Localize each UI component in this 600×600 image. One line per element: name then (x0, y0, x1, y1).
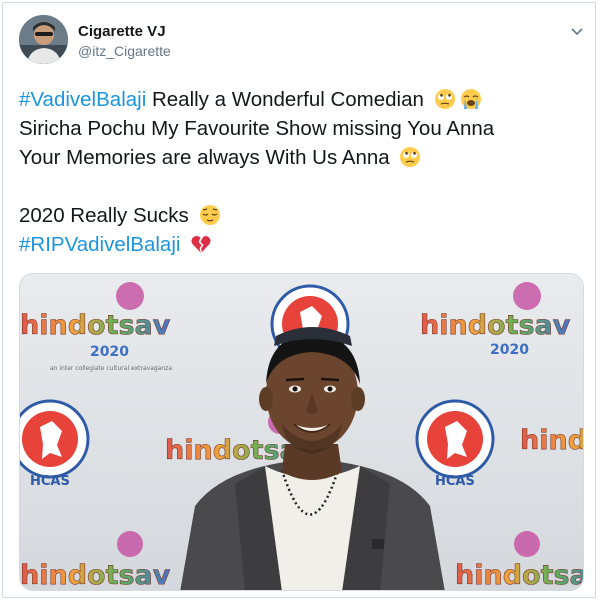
svg-text:an inter collegiate cultural e: an inter collegiate cultural extravaganz… (50, 365, 172, 372)
svg-text:2020: 2020 (490, 342, 529, 358)
tweet-media-photo[interactable]: hindotsav 2020 an inter collegiate cultu… (19, 273, 584, 591)
hashtag-link[interactable]: #RIPVadivelBalaji (19, 233, 180, 256)
tweet-line-1-text: Really a Wonderful Comedian (146, 88, 424, 111)
svg-text:hindotsav: hindotsav (20, 560, 171, 591)
tweet-line-3-text: Your Memories are always With Us Anna (19, 146, 390, 169)
tweet-line-5: #RIPVadivelBalaji (19, 230, 584, 259)
svg-text:hindotsav: hindotsav (420, 310, 571, 341)
tweet-line-2: Siricha Pochu My Favourite Show missing … (19, 117, 495, 140)
svg-text:HCAS: HCAS (30, 474, 70, 489)
avatar-photo (19, 15, 68, 64)
svg-text:hindotsav: hindotsav (455, 560, 584, 591)
tweet-card: Cigarette VJ @itz_Cigarette #VadivelBala… (2, 2, 596, 598)
author-block: Cigarette VJ @itz_Cigarette (78, 23, 171, 59)
broken-heart-emoji (191, 235, 211, 253)
paragraph-break (19, 172, 584, 201)
chevron-down-icon[interactable] (566, 21, 588, 43)
svg-text:HCAS: HCAS (435, 474, 475, 489)
tweet-line-1: #VadivelBalaji Really a Wonderful Comedi… (19, 85, 584, 114)
media-image: hindotsav 2020 an inter collegiate cultu… (20, 274, 584, 591)
svg-text:hindotsav: hindotsav (20, 310, 171, 341)
svg-text:2020: 2020 (90, 344, 129, 360)
loudly-crying-face-emoji (460, 89, 481, 109)
author-display-name[interactable]: Cigarette VJ (78, 23, 171, 40)
hashtag-link[interactable]: #VadivelBalaji (19, 88, 146, 111)
tweet-text: #VadivelBalaji Really a Wonderful Comedi… (19, 85, 584, 259)
svg-text:hindotsav: hindotsav (520, 425, 584, 456)
face-with-rolling-eyes-emoji (400, 147, 421, 167)
tweet-line-3: Your Memories are always With Us Anna (19, 143, 584, 172)
face-with-rolling-eyes-emoji (434, 89, 455, 109)
user-avatar[interactable] (19, 15, 68, 64)
author-handle: @itz_Cigarette (78, 43, 171, 59)
tweet-line-4: 2020 Really Sucks (19, 201, 584, 230)
tweet-line-4-text: 2020 Really Sucks (19, 204, 189, 227)
relieved-face-emoji (199, 205, 220, 225)
